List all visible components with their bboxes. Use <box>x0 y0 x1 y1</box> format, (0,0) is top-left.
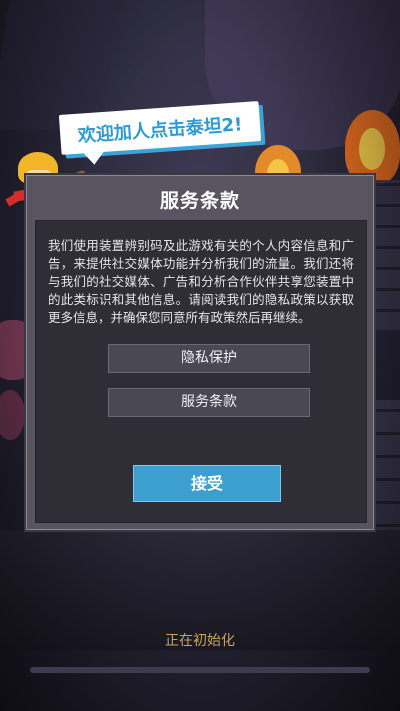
loading-progress-bar <box>30 667 370 673</box>
dialog-title: 服务条款 <box>159 190 240 212</box>
accept-button[interactable]: 接受 <box>133 465 281 502</box>
welcome-banner-text: 欢迎加人点击泰坦2! <box>77 114 244 147</box>
loading-status: 正在初始化 <box>165 633 235 649</box>
dialog-content: 我们使用装置辨别码及此游戏有关的个人内容信息和广告，来提供社交媒体功能并分析我们… <box>35 220 367 523</box>
terms-dialog: 服务条款 我们使用装置辨别码及此游戏有关的个人内容信息和广告，来提供社交媒体功能… <box>26 175 374 530</box>
privacy-policy-button[interactable]: 隐私保护 <box>108 344 310 373</box>
dialog-body-text: 我们使用装置辨别码及此游戏有关的个人内容信息和广告，来提供社交媒体功能并分析我们… <box>48 238 354 325</box>
terms-of-service-button[interactable]: 服务条款 <box>108 388 310 417</box>
